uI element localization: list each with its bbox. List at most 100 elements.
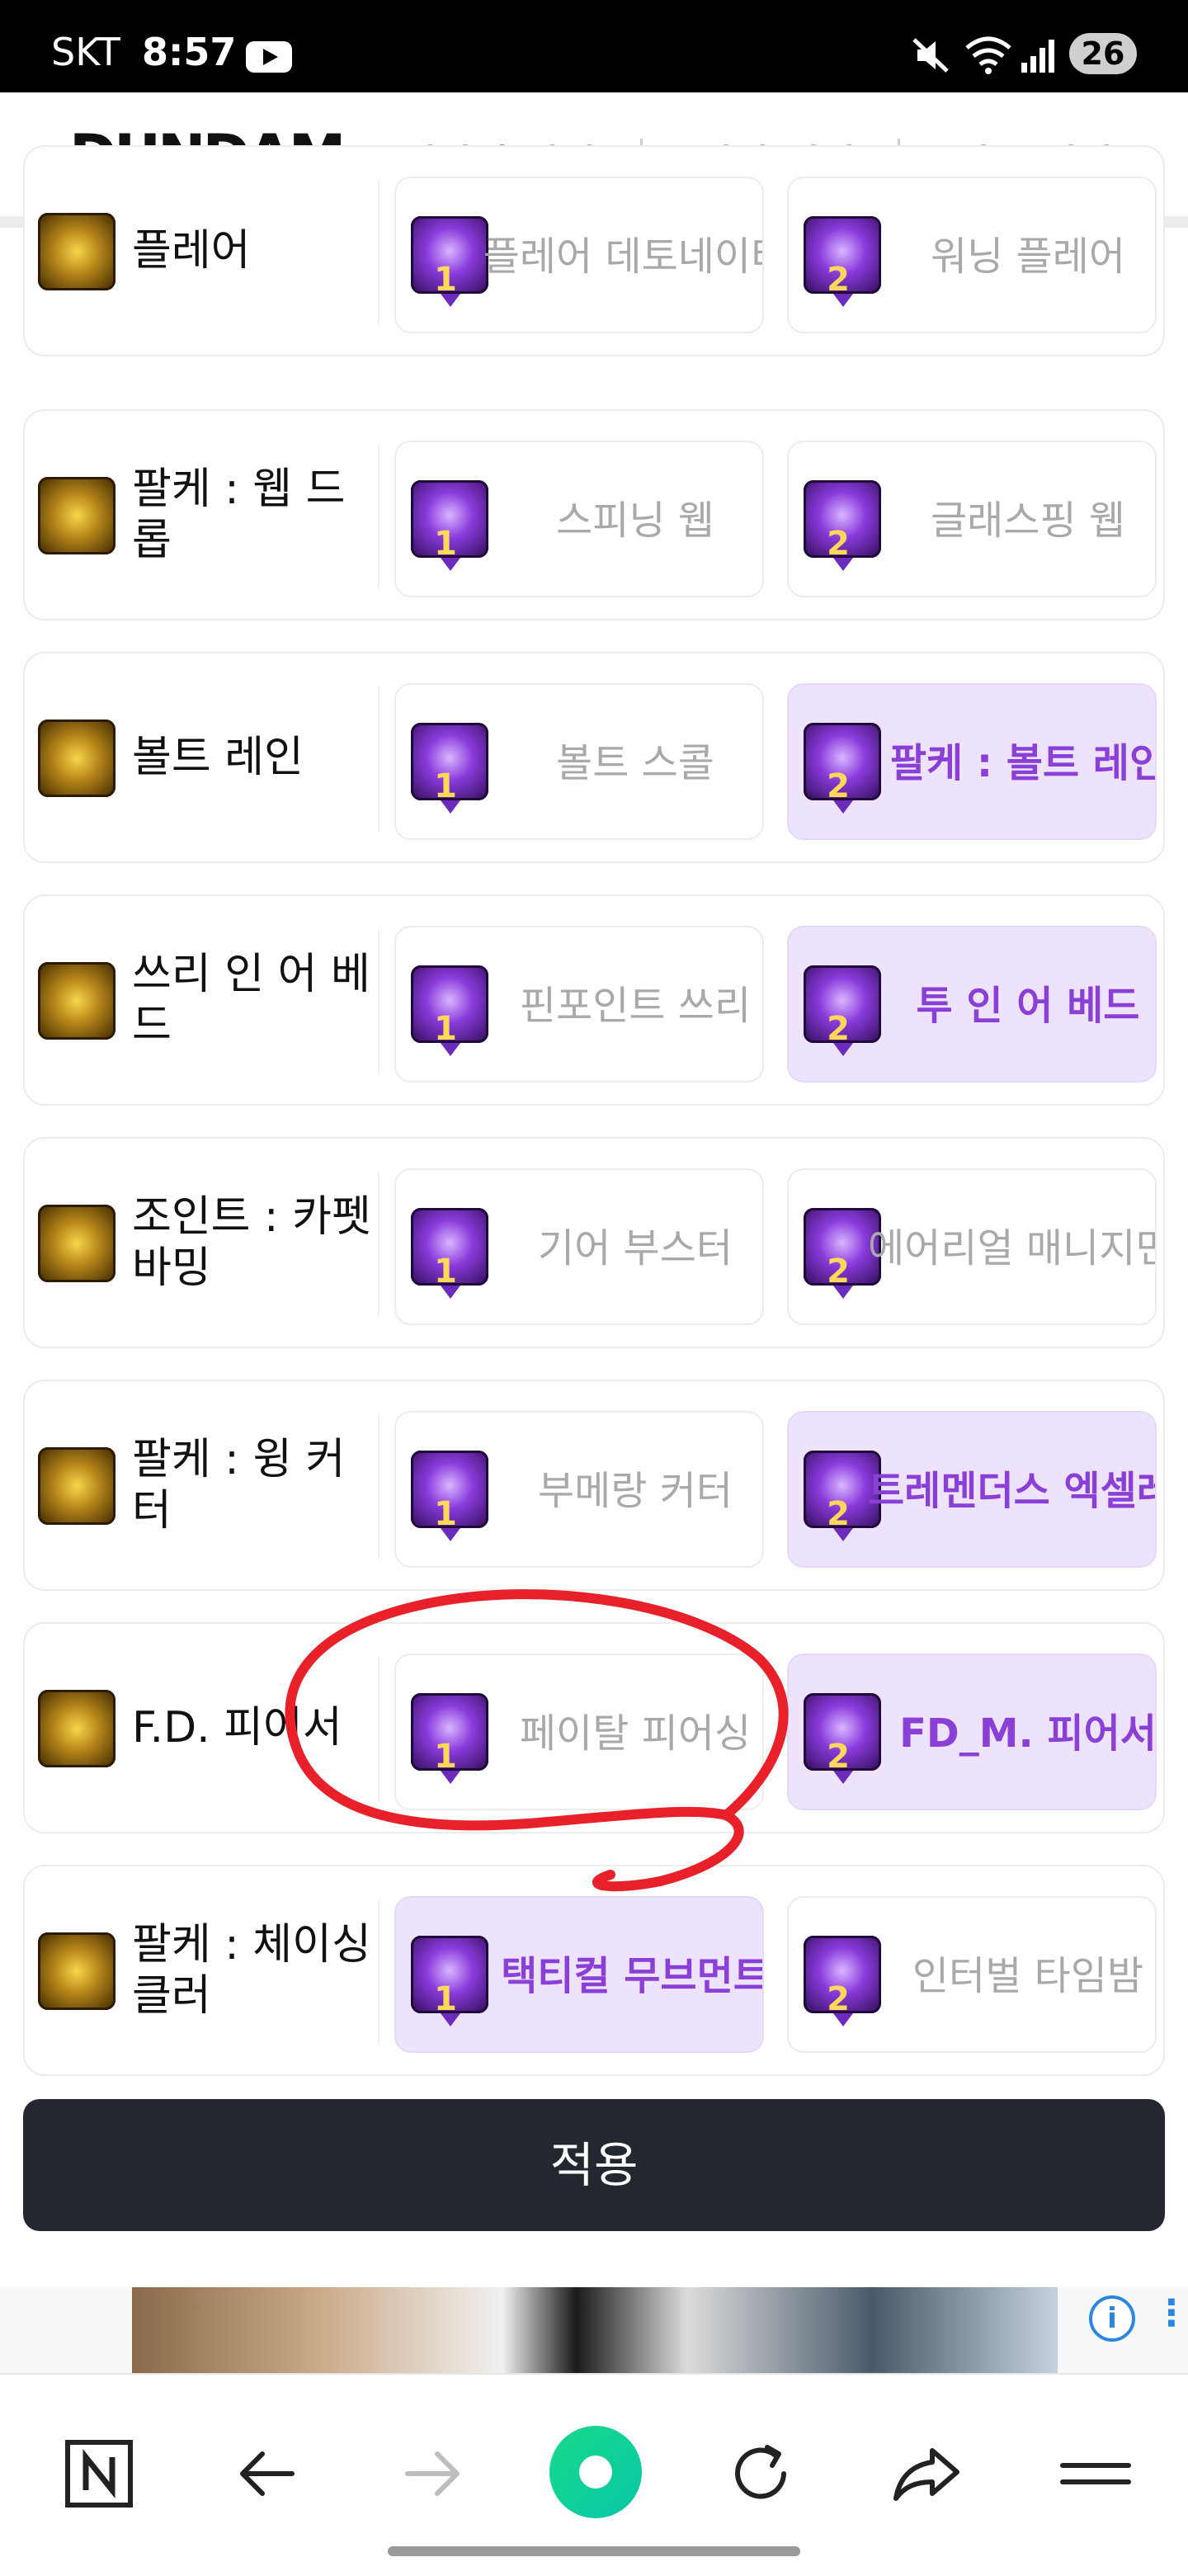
skill-row: 볼트 레인 1 볼트 스콜 2 팔케 : 볼트 레인 (23, 652, 1165, 863)
option-number: 2 (827, 1980, 850, 2018)
ad-info-icon[interactable]: i (1089, 2295, 1135, 2342)
skill-icon (38, 1447, 116, 1525)
skill-option-2[interactable]: 2 글래스핑 웹 (787, 441, 1157, 597)
wifi-icon (965, 36, 1011, 74)
skill-name: 볼트 레인 (132, 733, 304, 782)
skill-name: 플레어 (132, 226, 251, 276)
skill-name: 팔케 : 체이싱 클러 (132, 1920, 371, 2021)
ad-banner-image[interactable]: i ⋮ (132, 2287, 1188, 2373)
option-label: 플레어 데토네이터 (483, 234, 764, 280)
status-bar: SKT 8:57 26 (0, 0, 1188, 92)
option-label: 핀포인트 쓰리 (519, 983, 752, 1029)
skill-option-2-selected[interactable]: 2 트레멘더스 엑셀레이션 (787, 1411, 1157, 1568)
row-divider (378, 444, 380, 589)
refresh-icon[interactable] (719, 2432, 802, 2515)
option-label: 페이탈 피어싱 (519, 1710, 752, 1757)
back-arrow-icon[interactable] (226, 2432, 309, 2515)
skill-row: 플레어 1 플레어 데토네이터 2 워닝 플레어 (23, 145, 1165, 356)
option-number: 1 (434, 1980, 457, 2018)
battery-indicator: 26 (1069, 33, 1137, 74)
skill-option-1[interactable]: 1 기어 부스터 (394, 1168, 764, 1325)
option-label: 부메랑 커터 (537, 1468, 733, 1514)
n-icon[interactable] (58, 2432, 140, 2515)
mute-icon (912, 38, 949, 73)
row-divider (378, 1172, 380, 1317)
option-number: 1 (434, 1738, 457, 1776)
row-divider (378, 686, 380, 832)
signal-icon (1021, 40, 1054, 73)
option-label: 워닝 플레어 (930, 234, 1126, 280)
option-number: 2 (827, 525, 850, 563)
share-icon[interactable] (886, 2432, 969, 2515)
row-divider (378, 929, 380, 1074)
option-label: 인터벌 타임밤 (912, 1953, 1144, 1999)
skill-icon (38, 1932, 116, 2010)
skill-option-2[interactable]: 2 에어리얼 매니지먼트 (787, 1168, 1157, 1325)
skill-option-2-selected[interactable]: 2 팔케 : 볼트 레인 (787, 683, 1157, 840)
option-number: 1 (434, 1253, 457, 1290)
skill-name: 팔케 : 윙 커터 (132, 1435, 346, 1536)
row-divider (378, 1899, 380, 2045)
skill-option-1-selected[interactable]: 1 택티컬 무브먼트 (394, 1896, 764, 2053)
option-number: 2 (827, 1495, 850, 1533)
skill-name: 조인트 : 카펫 바밍 (132, 1192, 371, 1293)
youtube-icon (246, 41, 292, 73)
skill-option-1[interactable]: 1 스피닝 웹 (394, 441, 764, 597)
option-number: 1 (434, 261, 457, 299)
option-label: 투 인 어 베드 (916, 983, 1140, 1029)
skill-icon (38, 213, 116, 290)
clock: 8:57 (142, 30, 237, 74)
skill-option-1[interactable]: 1 플레어 데토네이터 (394, 177, 764, 333)
option-label: 트레멘더스 엑셀레이션 (868, 1468, 1155, 1514)
skill-option-1[interactable]: 1 핀포인트 쓰리 (394, 926, 764, 1083)
skill-option-2[interactable]: 2 인터벌 타임밤 (787, 1896, 1157, 2053)
option-label: 에어리얼 매니지먼트 (868, 1225, 1155, 1271)
skill-option-2-selected[interactable]: 2 FD_M. 피어서 (787, 1654, 1157, 1810)
row-divider (378, 1414, 380, 1559)
skill-row: F.D. 피어서 1 페이탈 피어싱 2 FD_M. 피어서 (23, 1622, 1165, 1833)
menu-icon[interactable] (1054, 2432, 1137, 2515)
skill-name: F.D. 피어서 (132, 1703, 342, 1753)
option-label: 기어 부스터 (537, 1225, 733, 1271)
option-number: 2 (827, 261, 850, 299)
skill-icon (38, 477, 116, 554)
option-number: 2 (827, 1010, 850, 1048)
skill-row: 쓰리 인 어 베드 1 핀포인트 쓰리 2 투 인 어 베드 (23, 894, 1165, 1106)
skill-option-1[interactable]: 1 페이탈 피어싱 (394, 1654, 764, 1810)
ad-more-icon[interactable]: ⋮ (1153, 2292, 1188, 2334)
option-number: 1 (434, 767, 457, 805)
option-label: FD_M. 피어서 (899, 1710, 1157, 1757)
skill-row: 조인트 : 카펫 바밍 1 기어 부스터 2 에어리얼 매니지먼트 (23, 1137, 1165, 1348)
skill-name: 쓰리 인 어 베드 (132, 950, 370, 1050)
option-number: 2 (827, 1253, 850, 1290)
option-label: 팔케 : 볼트 레인 (889, 740, 1157, 786)
option-label: 스피닝 웹 (556, 498, 714, 544)
skill-icon (38, 1205, 116, 1282)
option-number: 1 (434, 525, 457, 563)
option-number: 1 (434, 1495, 457, 1533)
forward-arrow-icon[interactable] (391, 2432, 474, 2515)
gesture-handle[interactable] (388, 2546, 800, 2556)
apply-button[interactable]: 적용 (23, 2099, 1165, 2231)
option-label: 택티컬 무브먼트 (501, 1953, 764, 1999)
home-circle-icon[interactable] (544, 2421, 647, 2523)
option-label: 글래스핑 웹 (930, 498, 1126, 544)
ad-banner-area: i ⋮ (0, 2287, 1188, 2373)
row-divider (378, 1657, 380, 1802)
option-number: 2 (827, 1738, 850, 1776)
skill-row: 팔케 : 윙 커터 1 부메랑 커터 2 트레멘더스 엑셀레이션 (23, 1380, 1165, 1591)
option-number: 2 (827, 767, 850, 805)
skill-row: 팔케 : 웹 드롭 1 스피닝 웹 2 글래스핑 웹 (23, 409, 1165, 620)
row-divider (378, 180, 380, 325)
skill-icon (38, 719, 116, 797)
skill-icon (38, 962, 116, 1040)
skill-option-2-selected[interactable]: 2 투 인 어 베드 (787, 926, 1157, 1083)
skill-icon (38, 1690, 116, 1767)
skill-row: 팔케 : 체이싱 클러 1 택티컬 무브먼트 2 인터벌 타임밤 (23, 1865, 1165, 2076)
skill-option-1[interactable]: 1 부메랑 커터 (394, 1411, 764, 1568)
skill-name: 팔케 : 웹 드롭 (132, 465, 346, 565)
option-number: 1 (434, 1010, 457, 1048)
skill-option-1[interactable]: 1 볼트 스콜 (394, 683, 764, 840)
carrier-label: SKT (51, 30, 120, 74)
skill-option-2[interactable]: 2 워닝 플레어 (787, 177, 1157, 333)
